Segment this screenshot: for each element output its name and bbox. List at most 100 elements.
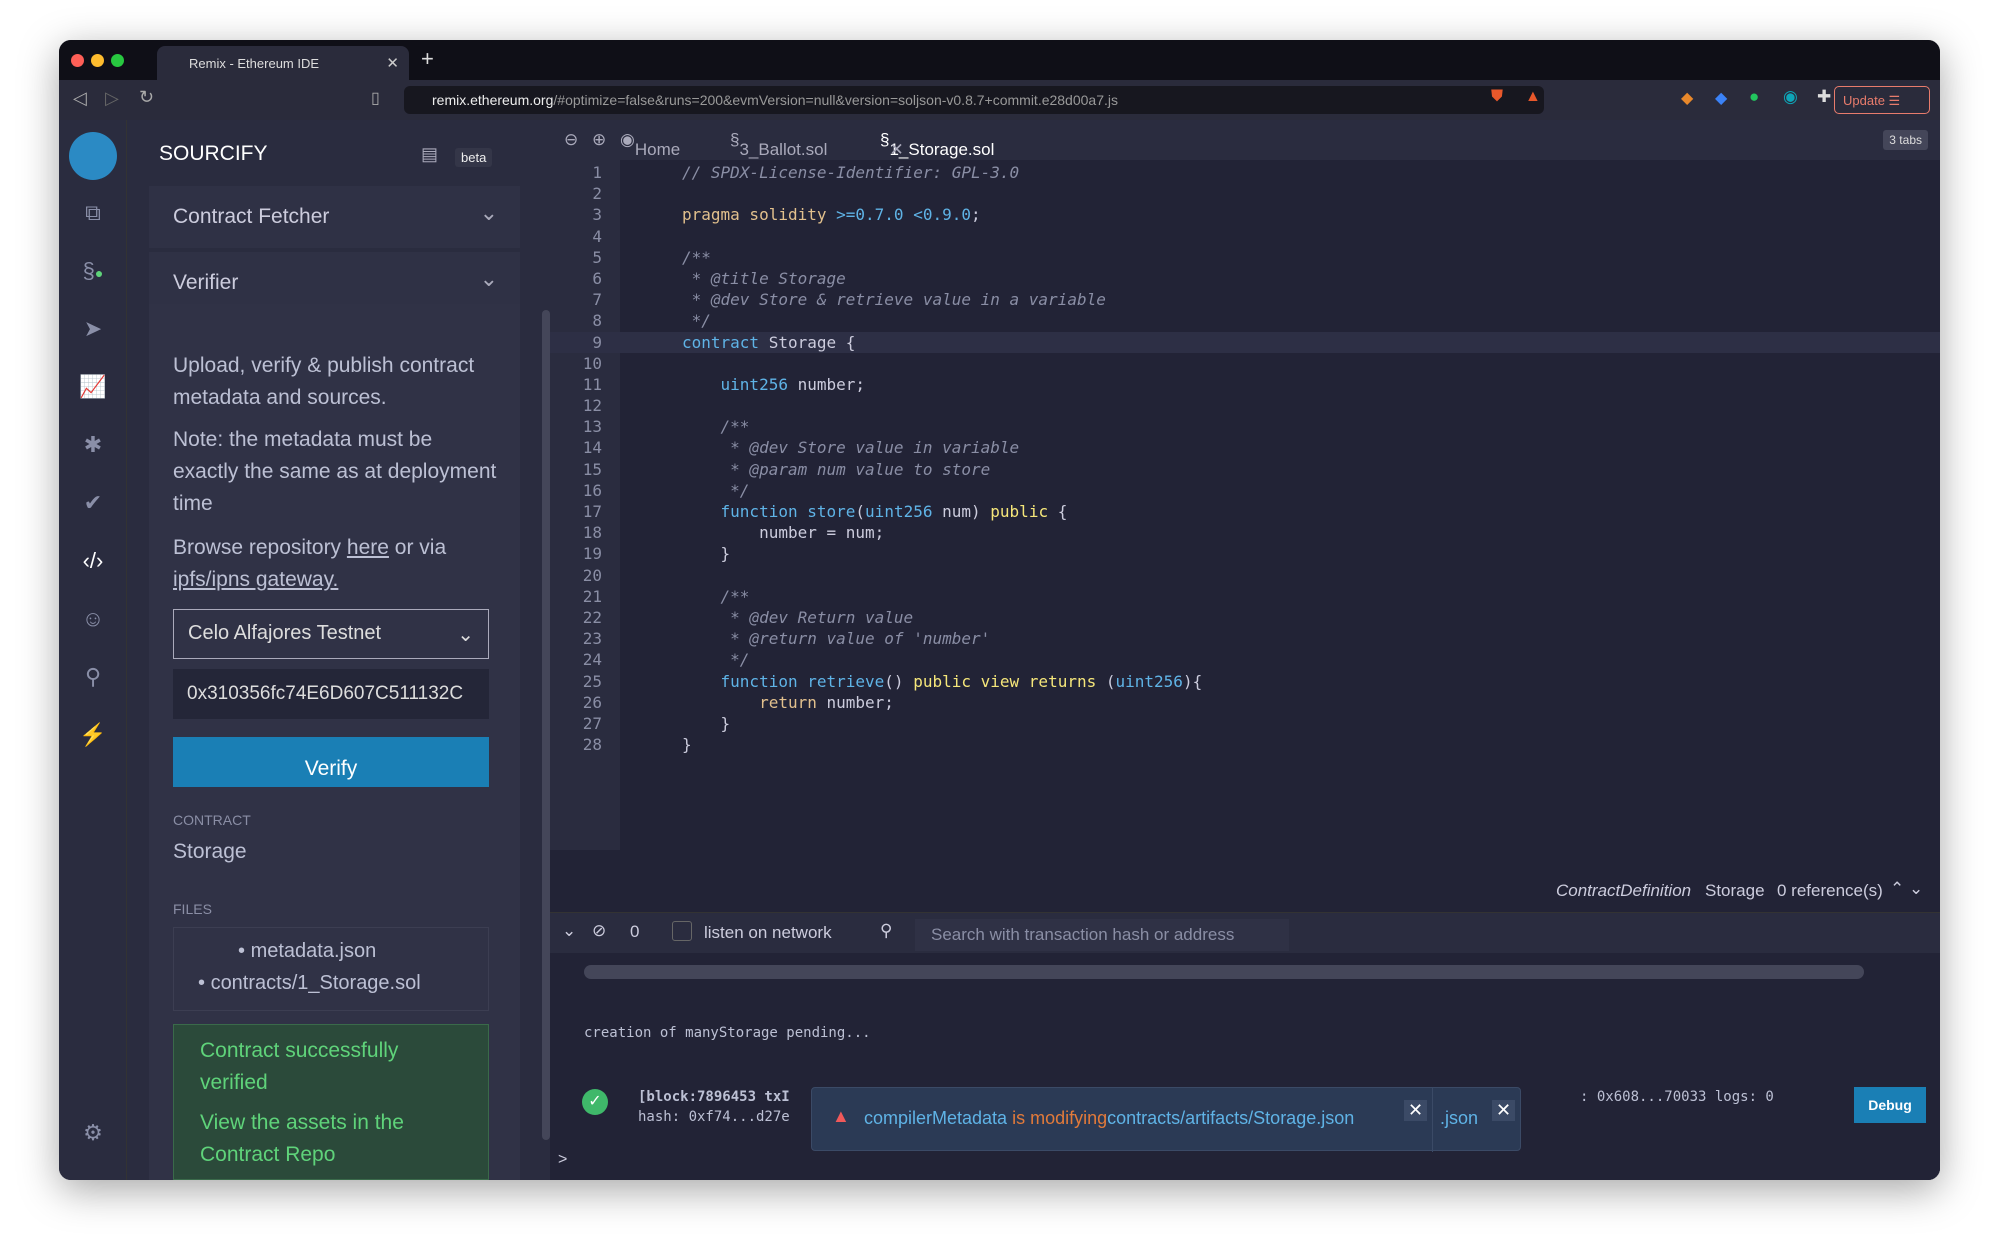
minimize-button[interactable] — [91, 54, 104, 67]
contract-fetcher-accordion[interactable]: Contract Fetcher ⌄ — [149, 186, 520, 248]
code-line[interactable]: 3 pragma solidity >=0.7.0 <0.9.0; — [550, 204, 1940, 225]
solidity-compiler-icon[interactable]: §● — [79, 258, 107, 286]
bookmark-icon[interactable]: ▯ — [371, 88, 380, 108]
code-line[interactable]: 12 — [550, 395, 1940, 416]
analysis-icon[interactable]: 📈 — [79, 374, 107, 402]
unit-test-icon[interactable]: ✔ — [79, 490, 107, 518]
tab-storage[interactable]: § 1_Storage.sol ✕ — [880, 130, 994, 159]
pending-count: 0 — [630, 922, 640, 941]
terminal-prompt[interactable]: > — [558, 1151, 567, 1169]
grammarly-icon[interactable]: ● — [1749, 87, 1759, 107]
code-line[interactable]: 8 */ — [550, 310, 1940, 331]
puzzle-icon[interactable]: ✚ — [1817, 87, 1831, 107]
code-line[interactable]: 13 /** — [550, 416, 1940, 437]
code-line[interactable]: 21 /** — [550, 586, 1940, 607]
warning-icon: ▲ — [832, 1106, 850, 1126]
here-link[interactable]: here — [347, 536, 389, 559]
code-line[interactable]: 9 contract Storage { — [550, 331, 1940, 353]
terminal-bar: ⌄ ⊘ 0 listen on network ⚲ Search with tr… — [550, 913, 1940, 953]
editor-tabs: ⊖ ⊕ ◉ Home § 3_Ballot.sol § 1_Storage.so… — [550, 120, 1940, 160]
search-plugin-icon[interactable]: ⚲ — [79, 664, 107, 692]
remix-logo-icon[interactable] — [69, 132, 117, 180]
code-line[interactable]: 7 * @dev Store & retrieve value in a var… — [550, 289, 1940, 310]
debugger-icon[interactable]: ✱ — [79, 432, 107, 460]
line-text: /** — [682, 247, 711, 267]
clear-icon[interactable]: ⊘ — [592, 921, 606, 941]
code-line[interactable]: 11 uint256 number; — [550, 374, 1940, 395]
verifier-body: Upload, verify & publish contract metada… — [149, 304, 520, 1180]
line-number: 21 — [582, 586, 602, 606]
file-explorer-icon[interactable]: ⧉ — [79, 200, 107, 228]
code-line[interactable]: 22 * @dev Return value — [550, 607, 1940, 628]
browser-toolbar: ◁ ▷ ↻ ▯ remix.ethereum.org/#optimize=fal… — [59, 80, 1940, 120]
network-select[interactable]: Celo Alfajores Testnet ⌄ — [173, 609, 489, 659]
code-line[interactable]: 14 * @dev Store value in variable — [550, 437, 1940, 458]
update-button[interactable]: Update ☰ — [1834, 86, 1930, 114]
browser-tab[interactable]: Remix - Ethereum IDE ✕ — [157, 46, 409, 80]
zoom-out-icon[interactable]: ⊖ — [564, 130, 578, 150]
tab-ballot[interactable]: § 3_Ballot.sol — [730, 130, 827, 159]
plugin-manager-icon[interactable]: ⚡ — [79, 722, 107, 750]
code-line[interactable]: 16 */ — [550, 480, 1940, 501]
deploy-run-icon[interactable]: ➤ — [79, 316, 107, 344]
code-line[interactable]: 17 function store(uint256 num) public { — [550, 501, 1940, 522]
terminal-scrollbar[interactable] — [584, 965, 1864, 979]
code-area[interactable]: 1 // SPDX-License-Identifier: GPL-3.0 2 3 pr… — [550, 162, 1940, 755]
tab-count-badge[interactable]: 3 tabs — [1883, 130, 1928, 150]
forward-icon[interactable]: ▷ — [105, 88, 119, 109]
terminal-search-input[interactable]: Search with transaction hash or address — [915, 919, 1289, 951]
new-tab-button[interactable]: + — [421, 46, 434, 72]
settings-icon[interactable]: ⚙ — [79, 1120, 107, 1148]
zoom-in-icon[interactable]: ⊕ — [592, 130, 606, 150]
close-tab-icon[interactable]: ✕ — [889, 140, 903, 160]
owl-icon[interactable]: ☺ — [79, 606, 107, 634]
panel-scrollbar[interactable] — [542, 310, 550, 1140]
address-bar[interactable]: remix.ethereum.org/#optimize=false&runs=… — [404, 86, 1544, 114]
code-line[interactable]: 23 * @return value of 'number' — [550, 628, 1940, 649]
tab-home[interactable]: ◉ Home — [620, 130, 680, 159]
notification-toast: ▲ compilerMetadata is modifyingcontracts… — [811, 1087, 1521, 1152]
reload-icon[interactable]: ↻ — [139, 87, 154, 108]
code-line[interactable]: 1 // SPDX-License-Identifier: GPL-3.0 — [550, 162, 1940, 183]
close-tab-icon[interactable]: ✕ — [386, 54, 399, 72]
brave-rewards-icon[interactable]: ▲ — [1525, 88, 1541, 106]
close-window-button[interactable] — [71, 54, 84, 67]
code-line[interactable]: 26 return number; — [550, 692, 1940, 713]
verify-button[interactable]: Verify — [173, 737, 489, 787]
code-line[interactable]: 25 function retrieve() public view retur… — [550, 671, 1940, 692]
code-line[interactable]: 6 * @title Storage — [550, 268, 1940, 289]
extension-icon[interactable]: ◆ — [1715, 88, 1727, 108]
code-line[interactable]: 28} — [550, 734, 1940, 755]
code-line[interactable]: 18 number = num; — [550, 522, 1940, 543]
code-line[interactable]: 2 — [550, 183, 1940, 204]
code-line[interactable]: 20 — [550, 565, 1940, 586]
line-text: /** — [682, 417, 750, 437]
maximize-button[interactable] — [111, 54, 124, 67]
sourcify-icon[interactable]: ‹/› — [79, 548, 107, 576]
chevron-up-icon[interactable]: ⌃ ⌄ — [1890, 879, 1923, 899]
code-line[interactable]: 10 — [550, 353, 1940, 374]
close-toast-icon[interactable]: ✕ — [1492, 1100, 1516, 1121]
extension-icon-2[interactable]: ◉ — [1783, 87, 1798, 107]
node-name: Storage — [1705, 881, 1765, 900]
collapse-terminal-icon[interactable]: ⌄ — [562, 921, 576, 941]
back-icon[interactable]: ◁ — [73, 88, 87, 109]
line-number: 1 — [592, 163, 602, 182]
code-line[interactable]: 5 /** — [550, 247, 1940, 268]
code-line[interactable]: 27 } — [550, 713, 1940, 734]
docs-icon[interactable]: ▤ — [421, 144, 438, 165]
line-number: 27 — [582, 713, 602, 733]
close-toast-icon[interactable]: ✕ — [1404, 1100, 1428, 1121]
code-line[interactable]: 4 — [550, 226, 1940, 247]
code-line[interactable]: 15 * @param num value to store — [550, 459, 1940, 480]
listen-checkbox[interactable] — [672, 921, 692, 941]
references-count: 0 reference(s) — [1777, 881, 1883, 900]
line-text: uint256 number; — [682, 374, 866, 394]
gateway-link[interactable]: ipfs/ipns gateway. — [173, 568, 338, 591]
debug-button[interactable]: Debug — [1854, 1087, 1926, 1123]
address-input[interactable]: 0x310356fc74E6D607C511132C — [173, 669, 489, 719]
code-line[interactable]: 24 */ — [550, 649, 1940, 670]
brave-shield-icon[interactable]: ⛊ — [1491, 88, 1503, 106]
metamask-icon[interactable]: ◆ — [1681, 88, 1693, 108]
code-line[interactable]: 19 } — [550, 543, 1940, 564]
